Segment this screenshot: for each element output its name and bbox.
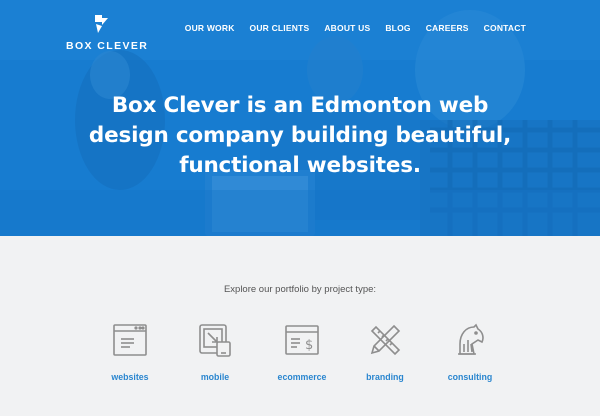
type-ecommerce[interactable]: $ ecommerce — [257, 322, 347, 382]
nav-contact[interactable]: CONTACT — [484, 23, 526, 33]
nav-about-us[interactable]: ABOUT US — [324, 23, 370, 33]
brand-logo[interactable]: BOX CLEVER — [66, 14, 149, 52]
headline-line-2: design company building beautiful, — [88, 123, 512, 148]
headline-line-1: Box Clever is an Edmonton web — [111, 93, 489, 118]
type-websites[interactable]: websites — [85, 322, 175, 382]
type-label-websites: websites — [111, 372, 149, 382]
ecommerce-dollar-icon: $ — [285, 325, 319, 355]
nav-our-work[interactable]: OUR WORK — [185, 23, 235, 33]
pencil-ruler-icon — [370, 324, 401, 356]
hero-headline: Box Clever is an Edmonton web design com… — [0, 91, 600, 181]
nav-our-clients[interactable]: OUR CLIENTS — [250, 23, 310, 33]
type-mobile[interactable]: mobile — [170, 322, 260, 382]
hero-section: BOX CLEVER OUR WORK OUR CLIENTS ABOUT US… — [0, 0, 600, 236]
browser-window-icon — [113, 324, 147, 356]
type-label-ecommerce: ecommerce — [277, 372, 327, 382]
nav-blog[interactable]: BLOG — [385, 23, 410, 33]
main-nav: OUR WORK OUR CLIENTS ABOUT US BLOG CAREE… — [185, 23, 526, 33]
type-label-mobile: mobile — [200, 372, 230, 382]
type-label-branding: branding — [366, 372, 404, 382]
portfolio-types: websites mobile $ ecommerce branding con… — [0, 322, 600, 392]
type-label-consulting: consulting — [447, 372, 493, 382]
type-branding[interactable]: branding — [340, 322, 430, 382]
box-clever-logo-icon — [95, 15, 108, 33]
chess-knight-icon — [458, 323, 484, 355]
mobile-devices-icon — [199, 324, 231, 357]
nav-careers[interactable]: CAREERS — [426, 23, 469, 33]
svg-text:$: $ — [305, 338, 313, 353]
type-consulting[interactable]: consulting — [425, 322, 515, 382]
headline-line-3: functional websites. — [179, 153, 421, 178]
brand-name: BOX CLEVER — [66, 40, 149, 52]
portfolio-intro: Explore our portfolio by project type: — [223, 284, 377, 295]
